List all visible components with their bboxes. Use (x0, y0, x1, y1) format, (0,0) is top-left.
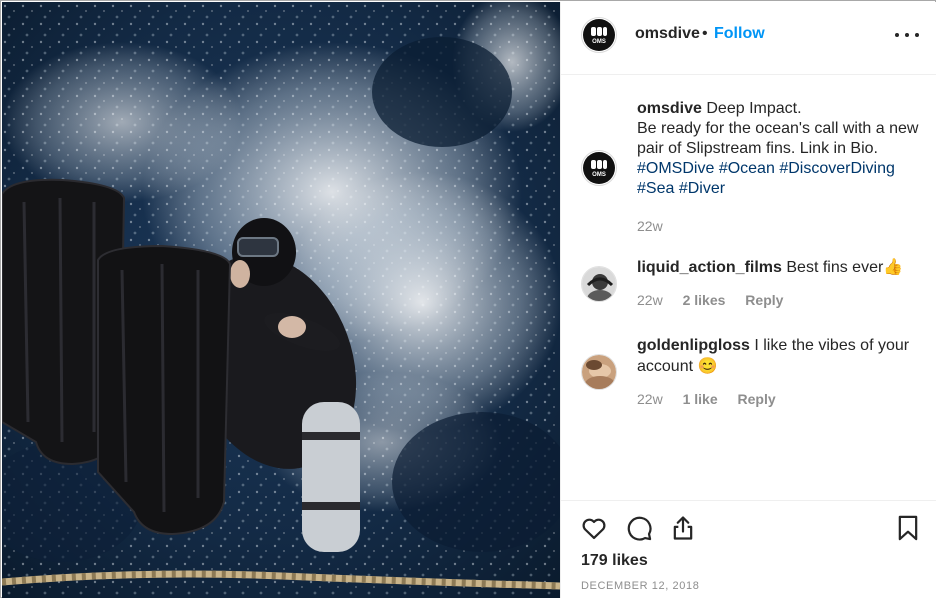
caption-meta: 22w (637, 218, 663, 234)
hashtag[interactable]: #DiscoverDiving (779, 160, 895, 177)
comment-icon[interactable] (625, 514, 653, 542)
logo-text: OMS (592, 39, 606, 45)
comment-text: liquid_action_films Best fins ever👍 (637, 257, 927, 278)
reply-button[interactable]: Reply (745, 292, 783, 308)
more-horizontal-icon[interactable] (895, 25, 919, 45)
heart-icon[interactable] (580, 514, 608, 542)
avatar-image (582, 355, 616, 389)
comment-meta: 22w 2 likes Reply (637, 292, 783, 308)
follow-button[interactable]: Follow (714, 25, 765, 43)
diver-splash-image (2, 2, 560, 598)
hashtag[interactable]: #Sea (637, 180, 674, 197)
hashtag[interactable]: #OMSDive (637, 160, 714, 177)
caption-line1: Deep Impact. (706, 100, 802, 117)
logo-text: OMS (592, 172, 606, 178)
reply-button[interactable]: Reply (738, 391, 776, 407)
comment-avatar[interactable] (581, 266, 617, 302)
oms-logo-icon: OMS (591, 27, 607, 45)
instagram-post-window: OMS omsdive • Follow OMS omsdive Deep Im… (0, 0, 936, 598)
comment-body: Best fins ever👍 (786, 259, 904, 276)
oms-logo-icon: OMS (591, 160, 607, 178)
comment-likes[interactable]: 1 like (683, 391, 718, 407)
comment-username[interactable]: liquid_action_films (637, 259, 782, 276)
caption-line2: Be ready for the ocean's call with a new… (637, 120, 919, 157)
comment-avatar[interactable] (581, 354, 617, 390)
bookmark-icon[interactable] (894, 514, 922, 542)
post-username[interactable]: omsdive (635, 25, 700, 43)
comment-text: goldenlipgloss I like the vibes of your … (637, 335, 927, 377)
avatar[interactable]: OMS (581, 17, 617, 53)
comment-username[interactable]: goldenlipgloss (637, 337, 750, 354)
comments-list: OMS omsdive Deep Impact. Be ready for th… (561, 76, 936, 500)
comment-time[interactable]: 22w (637, 391, 663, 407)
caption-avatar[interactable]: OMS (581, 150, 617, 186)
hashtag[interactable]: #Ocean (719, 160, 775, 177)
share-icon[interactable] (669, 514, 697, 542)
post-details-panel: OMS omsdive • Follow OMS omsdive Deep Im… (560, 2, 936, 598)
comment-time[interactable]: 22w (637, 292, 663, 308)
separator-dot: • (702, 25, 708, 42)
post-header: OMS omsdive • Follow (561, 2, 936, 75)
likes-count[interactable]: 179 likes (581, 552, 648, 570)
comment-likes[interactable]: 2 likes (683, 292, 726, 308)
hashtag[interactable]: #Diver (679, 180, 725, 197)
avatar-image (582, 267, 616, 301)
post-photo[interactable] (2, 2, 560, 598)
comment-meta: 22w 1 like Reply (637, 391, 776, 407)
caption-time[interactable]: 22w (637, 218, 663, 234)
post-caption: omsdive Deep Impact. Be ready for the oc… (637, 99, 933, 199)
post-actions: 179 likes DECEMBER 12, 2018 (561, 500, 936, 598)
post-date: DECEMBER 12, 2018 (581, 580, 700, 592)
caption-username[interactable]: omsdive (637, 100, 702, 117)
